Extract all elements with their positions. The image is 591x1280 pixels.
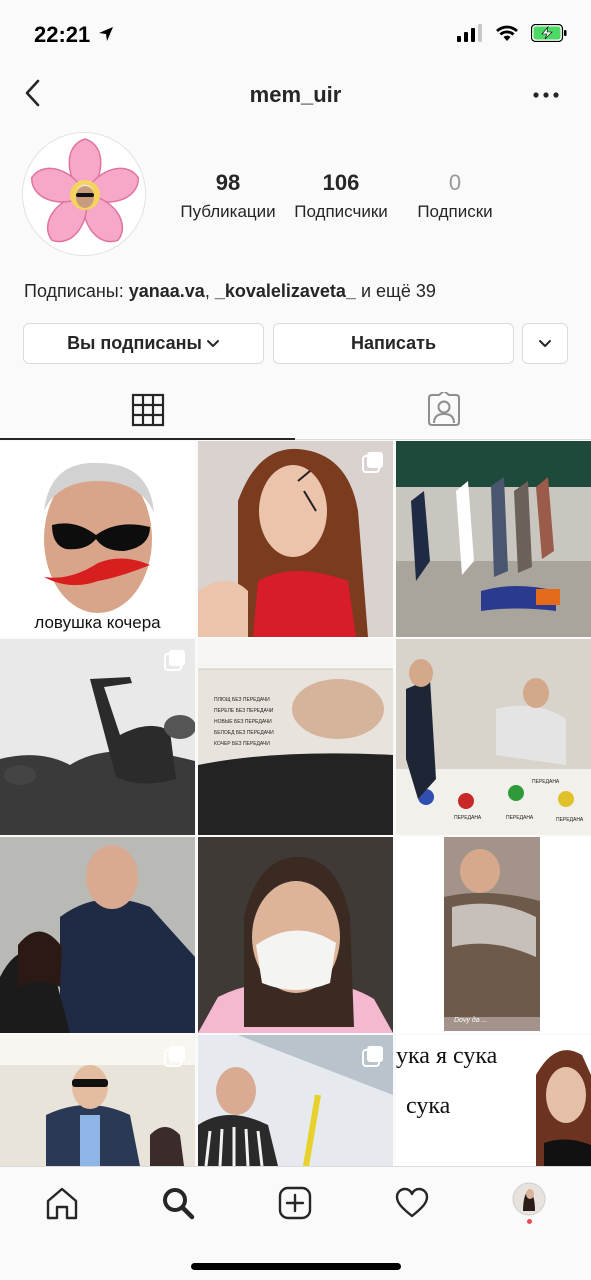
multiple-posts-icon — [164, 650, 185, 671]
battery-charging-icon — [531, 24, 567, 42]
home-indicator[interactable] — [191, 1263, 401, 1270]
post-image — [198, 837, 393, 1033]
followed-by-prefix: Подписаны: — [24, 281, 129, 301]
post-thumbnail[interactable] — [198, 1035, 393, 1166]
post-thumbnail[interactable]: Dovy да ... — [396, 837, 591, 1033]
status-time: 22:21 — [34, 22, 91, 47]
tab-tagged[interactable] — [296, 380, 591, 440]
post-thumbnail[interactable] — [0, 639, 195, 835]
stat-following[interactable]: 0 Подписки — [403, 170, 507, 222]
posts-label: Публикации — [180, 202, 276, 221]
post-image — [396, 837, 591, 1033]
stat-followers[interactable]: 106 Подписчики — [289, 170, 393, 222]
post-thumbnail[interactable]: ПЕРЕДАНА ПЕРЕДАНА ПЕРЕДАНА ПЕРЕДАНА — [396, 639, 591, 835]
following-label: Подписки — [417, 202, 493, 221]
post-image — [0, 837, 195, 1033]
post-caption: ловушка кочера — [34, 613, 161, 632]
post-text-line: БЕЛОЕД БЕЗ ПЕРЕДАЧИ — [214, 730, 274, 736]
post-image — [198, 639, 393, 835]
post-thumbnail[interactable]: ПЛЮЩ БЕЗ ПЕРЕДАЧИ ПЕРЕЛЕ БЕЗ ПЕРЕДАЧИ НО… — [198, 639, 393, 835]
chevron-down-icon — [206, 339, 219, 347]
search-icon — [163, 1188, 195, 1220]
post-text-word: ПЕРЕДАНА — [532, 779, 560, 785]
message-button[interactable]: Написать — [273, 323, 514, 364]
nav-profile[interactable] — [509, 1181, 549, 1224]
add-post-icon — [278, 1186, 312, 1220]
post-text-line: ПЛЮЩ БЕЗ ПЕРЕДАЧИ — [214, 697, 270, 703]
post-thumbnail[interactable] — [198, 837, 393, 1033]
followers-count: 106 — [322, 170, 360, 195]
following-button-label: Вы подписаны — [67, 333, 202, 353]
post-caption: Dovy да ... — [454, 1017, 488, 1024]
post-text-word: ПЕРЕДАНА — [454, 815, 482, 821]
suggested-accounts-button[interactable] — [522, 323, 568, 364]
multiple-posts-icon — [164, 1046, 185, 1067]
profile-tabs — [0, 380, 591, 440]
message-button-label: Написать — [350, 333, 437, 353]
following-count: 0 — [448, 170, 462, 195]
followed-by-text[interactable]: Подписаны: yanaa.va, _kovalelizaveta_ и … — [24, 281, 436, 302]
tagged-person-icon — [427, 392, 460, 426]
bottom-navigation — [0, 1166, 591, 1280]
heart-icon — [395, 1187, 429, 1218]
profile-username: mem_uir — [249, 82, 342, 107]
followers-label: Подписчики — [294, 202, 388, 221]
profile-header: mem_uir — [0, 70, 591, 120]
post-thumbnail[interactable] — [198, 441, 393, 637]
multiple-posts-icon — [362, 1046, 383, 1067]
post-text-line: сука — [406, 1093, 451, 1119]
post-image — [396, 639, 591, 835]
profile-avatar[interactable] — [22, 132, 146, 256]
multiple-posts-icon — [362, 452, 383, 473]
followed-by-user-link[interactable]: _kovalelizaveta_ — [215, 281, 356, 301]
posts-count: 98 — [215, 170, 241, 195]
post-image — [396, 441, 591, 637]
followed-by-suffix: и ещё 39 — [355, 281, 436, 301]
post-thumbnail[interactable]: ука я сука сука — [396, 1035, 591, 1166]
post-text-line: НОВЫЕ БЕЗ ПЕРЕДАЧИ — [214, 719, 272, 725]
tab-grid[interactable] — [0, 380, 295, 440]
chevron-down-icon — [539, 339, 551, 347]
status-bar: 22:21 — [0, 0, 591, 70]
nav-search[interactable] — [158, 1183, 198, 1223]
cellular-signal-icon — [457, 24, 482, 42]
nav-activity[interactable] — [392, 1183, 432, 1223]
nav-new-post[interactable] — [275, 1183, 315, 1223]
post-thumbnail[interactable] — [396, 441, 591, 637]
post-thumbnail[interactable] — [0, 837, 195, 1033]
following-button[interactable]: Вы подписаны — [23, 323, 264, 364]
notification-dot — [527, 1219, 532, 1224]
followed-by-separator: , — [204, 281, 215, 301]
more-options-icon[interactable] — [531, 80, 561, 110]
stat-posts[interactable]: 98 Публикации — [176, 170, 280, 222]
post-text-line: ПЕРЕЛЕ БЕЗ ПЕРЕДАЧИ — [214, 708, 274, 714]
wifi-icon — [496, 25, 518, 41]
post-image — [0, 441, 195, 637]
post-text-line: ука я сука — [396, 1043, 498, 1069]
post-thumbnail[interactable]: ловушка кочера — [0, 441, 195, 637]
post-text-word: ПЕРЕДАНА — [556, 817, 584, 823]
grid-icon — [131, 393, 164, 427]
post-text-word: ПЕРЕДАНА — [506, 815, 534, 821]
sakura-flower-avatar-image — [23, 133, 145, 255]
post-thumbnail[interactable] — [0, 1035, 195, 1166]
location-arrow-icon — [99, 27, 113, 41]
followed-by-user-link[interactable]: yanaa.va — [129, 281, 205, 301]
post-text-line: КОЧЕР БЕЗ ПЕРЕДАЧИ — [214, 741, 270, 747]
home-icon — [46, 1187, 78, 1220]
posts-grid: ловушка кочера ПЛЮЩ БЕЗ ПЕРЕДАЧИ ПЕРЕЛЕ … — [0, 440, 591, 1166]
profile-avatar-icon — [512, 1182, 546, 1216]
nav-home[interactable] — [42, 1183, 82, 1223]
